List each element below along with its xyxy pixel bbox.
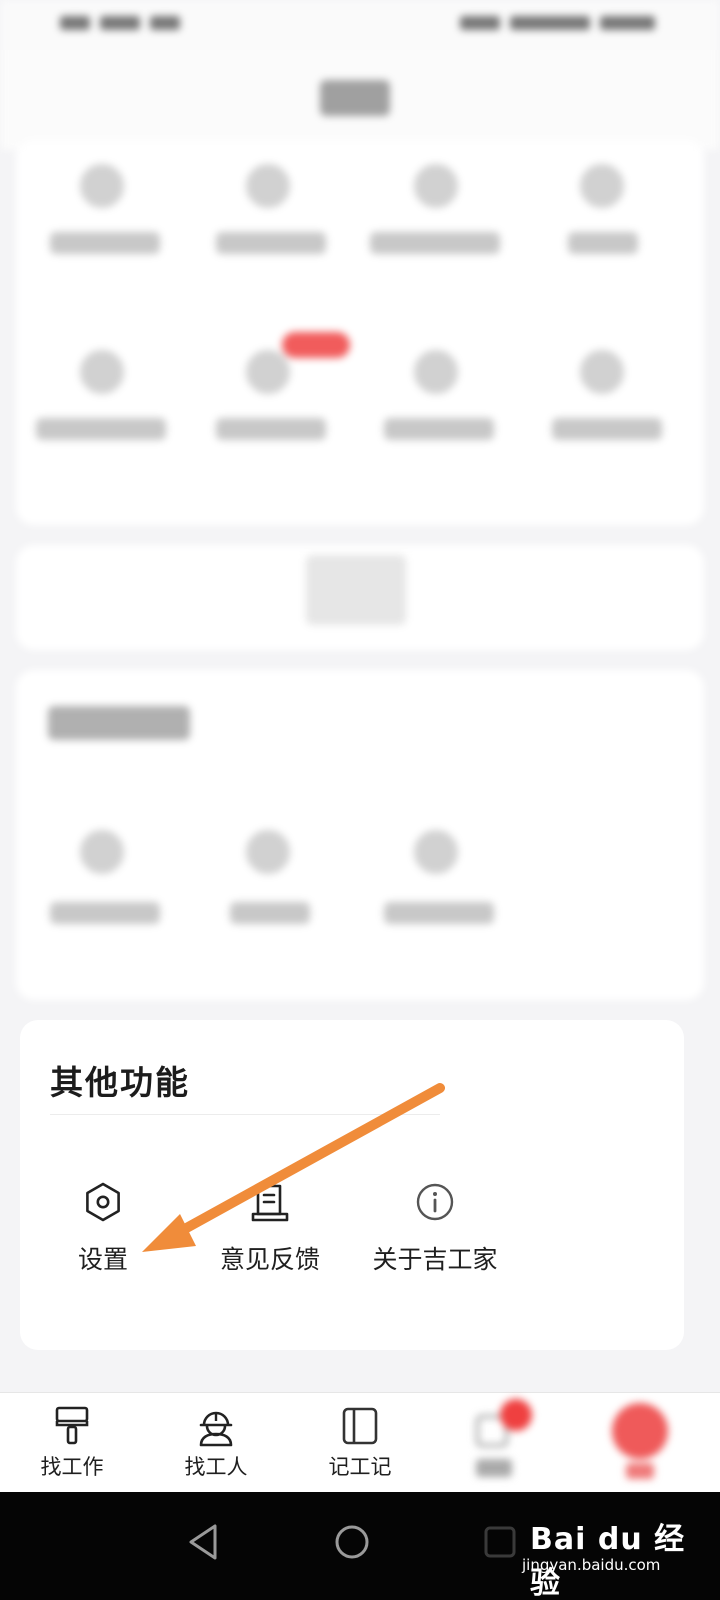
message-badge — [500, 1399, 532, 1431]
tool-icon — [580, 164, 624, 208]
feedback-scroll-icon — [251, 1184, 289, 1222]
settings-button[interactable]: 设置 — [23, 1180, 183, 1290]
tool-label — [216, 232, 326, 254]
status-bar — [0, 0, 720, 50]
status-left-icons — [60, 12, 190, 34]
about-button[interactable]: 关于吉工家 — [355, 1180, 515, 1290]
banner-card — [16, 545, 704, 650]
tab-work-record-label: 记工记 — [328, 1455, 392, 1479]
banner-image — [306, 555, 406, 625]
back-icon[interactable] — [175, 1512, 235, 1572]
tool-icon — [414, 350, 458, 394]
tools-card — [16, 140, 704, 525]
feedback-label: 意见反馈 — [219, 1245, 320, 1274]
about-label: 关于吉工家 — [372, 1245, 498, 1274]
entertainment-icon — [80, 830, 124, 874]
tool-label — [216, 418, 326, 440]
section-divider — [50, 1114, 440, 1115]
tool-icon — [80, 350, 124, 394]
paint-roller-icon — [55, 1406, 89, 1445]
other-functions-card: 其他功能 设置 意见反馈 关于吉工家 — [20, 1020, 684, 1350]
tool-label — [552, 418, 662, 440]
tool-icon — [246, 350, 290, 394]
tool-icon — [80, 164, 124, 208]
watermark-url: jingyan.baidu.com — [522, 1556, 661, 1574]
profile-avatar — [612, 1403, 668, 1459]
home-icon[interactable] — [322, 1512, 382, 1572]
entertainment-icon — [414, 830, 458, 874]
bottom-tab-bar: 找工作 找工人 记工记 — [0, 1392, 720, 1492]
entertainment-icon — [246, 830, 290, 874]
entertainment-card — [16, 670, 704, 1000]
tool-icon — [580, 350, 624, 394]
tool-label — [384, 418, 494, 440]
tool-icon — [246, 164, 290, 208]
feedback-button[interactable]: 意见反馈 — [190, 1180, 350, 1290]
tool-label — [370, 232, 500, 254]
profile-label — [626, 1463, 654, 1479]
tool-label — [568, 232, 638, 254]
other-functions-title: 其他功能 — [50, 1063, 190, 1102]
settings-label: 设置 — [77, 1245, 128, 1274]
info-icon — [416, 1183, 454, 1221]
settings-hex-icon — [86, 1182, 120, 1222]
baidu-watermark: Bai du 经验 jingyan.baidu.com — [520, 1500, 690, 1600]
page-title — [320, 80, 390, 116]
notebook-icon — [342, 1407, 378, 1445]
tab-find-job-label: 找工作 — [40, 1455, 104, 1479]
tool-label — [50, 232, 160, 254]
tab-find-worker[interactable]: 找工人 — [156, 1393, 276, 1493]
new-badge — [282, 332, 350, 358]
tab-find-worker-label: 找工人 — [184, 1455, 248, 1479]
status-right-icons — [460, 12, 660, 34]
screen: 其他功能 设置 意见反馈 关于吉工家 找工作 找工人 记工记 Bai du 经验… — [0, 0, 720, 1600]
tab-find-job[interactable]: 找工作 — [12, 1393, 132, 1493]
entertainment-label — [50, 902, 160, 924]
entertainment-label — [230, 902, 310, 924]
tool-icon — [414, 164, 458, 208]
tab-work-record[interactable]: 记工记 — [300, 1393, 420, 1489]
entertainment-label — [384, 902, 494, 924]
worker-helmet-icon — [199, 1411, 233, 1447]
message-label — [476, 1459, 512, 1477]
section-heading — [48, 706, 190, 740]
tool-label — [36, 418, 166, 440]
